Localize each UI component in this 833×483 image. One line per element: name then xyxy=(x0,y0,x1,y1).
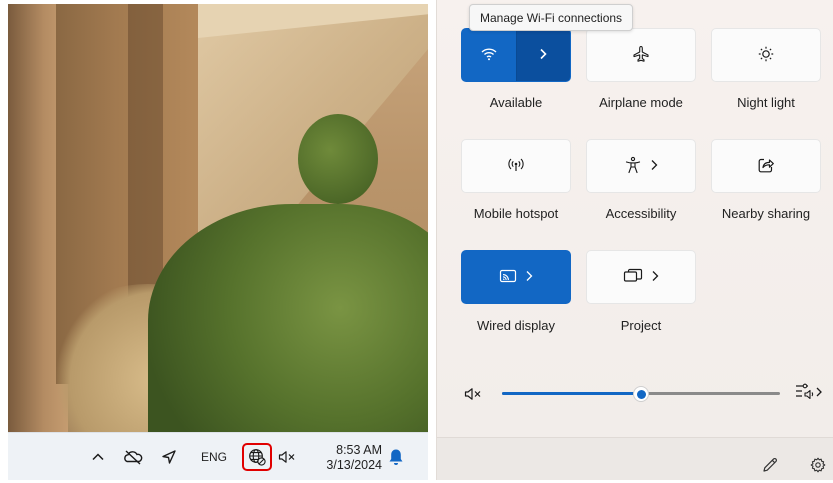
wifi-expand-button[interactable] xyxy=(515,29,570,81)
volume-muted-icon[interactable] xyxy=(462,385,484,403)
nearby-sharing-button[interactable] xyxy=(711,139,821,193)
chevron-right-icon xyxy=(525,270,533,285)
pencil-icon xyxy=(762,457,778,478)
wifi-icon xyxy=(480,47,498,64)
wifi-label: Available xyxy=(489,95,543,110)
accessibility-icon xyxy=(624,156,642,177)
chevron-right-icon xyxy=(650,159,658,174)
project-icon xyxy=(623,268,643,287)
mobile-hotspot-button[interactable] xyxy=(461,139,571,193)
airplane-mode-button[interactable] xyxy=(586,28,696,82)
airplane-icon xyxy=(632,45,650,66)
mobile-hotspot-label: Mobile hotspot xyxy=(473,206,559,221)
network-globe-icon[interactable] xyxy=(242,443,272,471)
chevron-right-icon xyxy=(538,47,548,63)
gear-icon xyxy=(810,457,826,478)
nearby-sharing-label: Nearby sharing xyxy=(721,206,811,221)
location-icon[interactable] xyxy=(156,444,182,470)
volume-slider-row xyxy=(462,380,827,406)
desktop-wallpaper xyxy=(8,4,428,432)
wired-display-button[interactable] xyxy=(461,250,571,304)
audio-output-button[interactable] xyxy=(792,383,826,403)
clock-date: 3/13/2024 xyxy=(326,458,382,472)
settings-button[interactable] xyxy=(806,455,830,479)
notification-bell-icon[interactable] xyxy=(383,444,409,470)
wifi-tile xyxy=(461,28,571,82)
accessibility-label: Accessibility xyxy=(605,206,677,221)
cast-icon xyxy=(499,269,517,286)
hotspot-icon xyxy=(507,157,525,176)
clock-time: 8:53 AM xyxy=(336,443,382,457)
share-icon xyxy=(757,156,775,177)
clock[interactable]: 8:53 AM 3/13/2024 xyxy=(312,442,382,474)
airplane-mode-label: Airplane mode xyxy=(599,95,683,110)
brightness-icon xyxy=(757,45,775,66)
show-hidden-icons-chevron-icon[interactable] xyxy=(85,444,111,470)
night-light-label: Night light xyxy=(737,95,795,110)
volume-slider-fill xyxy=(502,392,641,395)
wifi-tooltip: Manage Wi-Fi connections xyxy=(469,4,634,31)
volume-muted-icon[interactable] xyxy=(274,444,300,470)
night-light-button[interactable] xyxy=(711,28,821,82)
project-label: Project xyxy=(620,318,662,333)
taskbar: ENG 8:53 AM 3/13/2024 xyxy=(8,432,428,480)
volume-slider-thumb[interactable] xyxy=(633,386,649,402)
wired-display-label: Wired display xyxy=(476,318,556,333)
desktop-area: ENG 8:53 AM 3/13/2024 xyxy=(8,4,428,480)
edit-quick-settings-button[interactable] xyxy=(758,455,782,479)
accessibility-button[interactable] xyxy=(586,139,696,193)
onedrive-off-icon[interactable] xyxy=(120,444,146,470)
chevron-right-icon xyxy=(651,270,659,285)
project-button[interactable] xyxy=(586,250,696,304)
wifi-toggle-button[interactable] xyxy=(462,29,516,81)
audio-output-icon xyxy=(794,382,824,405)
language-indicator[interactable]: ENG xyxy=(196,444,232,470)
screen: ENG 8:53 AM 3/13/2024 Available Airplane… xyxy=(0,0,833,483)
